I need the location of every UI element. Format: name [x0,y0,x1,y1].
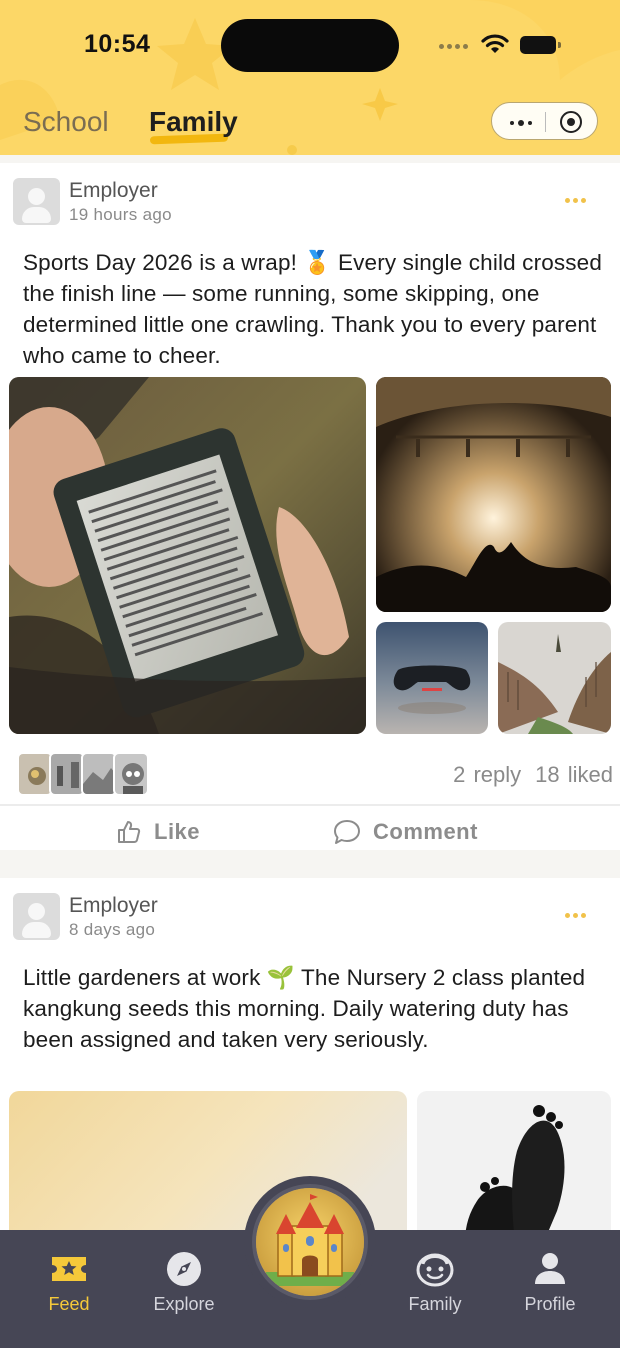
capsule-divider [545,112,546,132]
tab-profile-label: Profile [524,1294,576,1314]
wifi-icon [481,34,509,53]
liker-avatar [81,752,117,796]
castle-button[interactable] [256,1188,364,1296]
like-button[interactable]: Like [116,815,200,849]
battery-icon [520,36,561,54]
liker-avatars[interactable] [17,752,149,796]
post-photo[interactable] [9,377,366,734]
smiley-face-icon [416,1253,454,1287]
tab-family[interactable]: Family [149,106,238,138]
tab-profile[interactable]: Profile [500,1250,600,1315]
like-label: Like [154,819,201,844]
tab-feed-label: Feed [48,1294,90,1314]
more-options-icon[interactable] [565,913,586,918]
liker-avatar [113,752,149,796]
avatar[interactable] [13,178,60,225]
cellular-signal-icon [439,44,468,49]
post-text: Sports Day 2026 is a wrap! 🏅 Every singl… [23,250,603,368]
tab-explore-label: Explore [153,1294,215,1314]
comment-button[interactable]: Comment [333,815,478,849]
liker-avatar [17,752,53,796]
thumbs-up-icon [118,821,141,843]
divider [0,804,620,806]
target-circle-icon[interactable] [560,111,582,133]
tab-family-nav[interactable]: Family [385,1250,485,1315]
status-time: 10:54 [84,30,151,58]
avatar[interactable] [13,893,60,940]
reply-count[interactable]: 2 reply [453,762,521,787]
post-author[interactable]: Employer [69,894,158,918]
post-photo[interactable] [376,377,611,612]
tab-explore[interactable]: Explore [134,1250,234,1315]
tab-family-label: Family [408,1294,462,1314]
ticket-star-icon [52,1257,86,1281]
post-card: Employer 19 hours ago Sports Day 2026 is… [0,163,620,850]
post-stats: 2 reply 18 liked [453,762,613,788]
post-photo[interactable] [376,622,488,734]
liker-avatar [49,752,85,796]
post-photo[interactable] [498,622,611,734]
comment-bubble-icon [334,820,360,844]
castle-icon [256,1188,364,1296]
tab-school[interactable]: School [23,106,109,138]
miniprogram-capsule [491,102,598,140]
post-time: 19 hours ago [69,205,172,224]
dynamic-island [221,19,399,72]
more-dots-icon[interactable] [510,120,532,126]
post-time: 8 days ago [69,920,156,939]
app-header: 10:54 School Family [0,0,620,155]
like-count[interactable]: 18 liked [535,762,613,787]
tab-feed[interactable]: Feed [19,1250,119,1315]
person-icon [535,1253,565,1284]
more-options-icon[interactable] [565,198,586,203]
comment-label: Comment [373,819,478,844]
post-text: Little gardeners at work 🌱 The Nursery 2… [23,965,586,1052]
compass-icon [167,1252,201,1286]
post-author[interactable]: Employer [69,179,158,203]
